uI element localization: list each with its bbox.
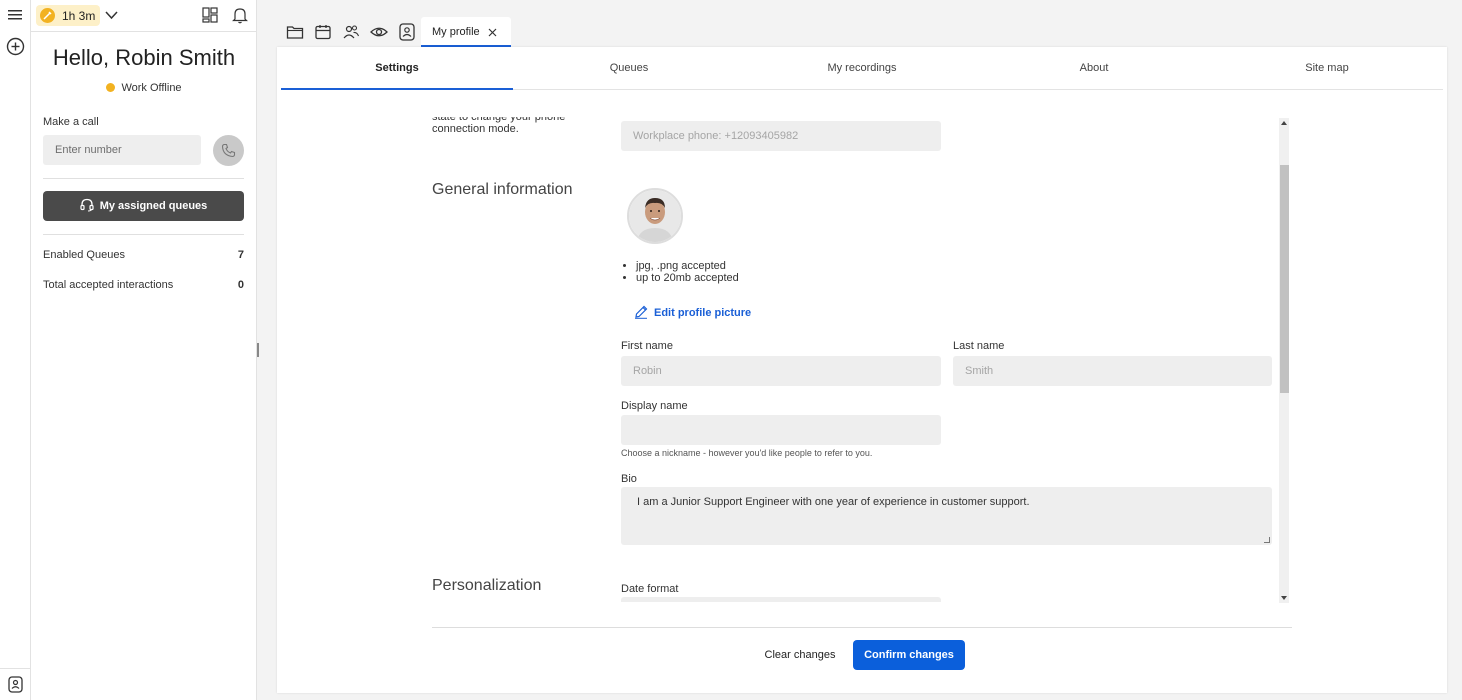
agent-panel: 1h 3m Hello, Robin Smith Work Offline Ma… — [31, 0, 257, 700]
bell-icon[interactable] — [232, 6, 248, 24]
list-item: up to 20mb accepted — [636, 272, 739, 284]
scroll-up-icon[interactable] — [1281, 121, 1287, 125]
last-name-field[interactable]: Smith — [953, 356, 1272, 386]
first-name-label: First name — [621, 340, 673, 352]
contact-card-icon[interactable] — [398, 23, 416, 41]
timer-text: 1h 3m — [62, 9, 96, 23]
picture-rules-list: jpg, .png accepted up to 20mb accepted — [621, 260, 739, 284]
bio-label: Bio — [621, 473, 637, 485]
tab-my-profile[interactable]: My profile — [421, 17, 511, 47]
pencil-icon — [635, 305, 648, 319]
phone-icon — [221, 143, 236, 158]
status-dot-icon — [106, 83, 116, 92]
divider — [43, 234, 244, 235]
profile-card: Settings Queues My recordings About Site… — [277, 47, 1447, 693]
make-call-label: Make a call — [43, 116, 99, 128]
display-name-label: Display name — [621, 400, 688, 412]
rail-bottom — [0, 668, 31, 700]
assigned-queues-button[interactable]: My assigned queues — [43, 191, 244, 221]
folder-icon[interactable] — [286, 23, 304, 41]
clear-changes-button[interactable]: Clear changes — [757, 640, 843, 670]
eye-icon[interactable] — [370, 23, 388, 41]
settings-scroll-area[interactable]: state to change your phone connection mo… — [277, 117, 1277, 602]
headset-icon — [80, 198, 94, 212]
edit-profile-picture-link[interactable]: Edit profile picture — [634, 305, 751, 319]
close-icon[interactable] — [488, 28, 497, 37]
first-name-field[interactable]: Robin — [621, 356, 941, 386]
panel-resize-handle[interactable] — [257, 343, 259, 357]
phone-help-text: state to change your phone connection mo… — [432, 117, 566, 135]
display-name-hint: Choose a nickname - however you'd like p… — [621, 448, 873, 458]
assigned-queues-label: My assigned queues — [99, 200, 208, 212]
resize-grip-icon[interactable] — [1264, 537, 1270, 543]
plus-circle-icon[interactable] — [6, 37, 25, 56]
status-text: Work Offline — [121, 82, 182, 94]
workplace-phone-field: Workplace phone: +12093405982 — [621, 121, 941, 151]
vertical-scrollbar[interactable] — [1279, 118, 1289, 603]
tab-about[interactable]: About — [978, 47, 1210, 90]
tab-queues[interactable]: Queues — [513, 47, 745, 90]
scrollbar-thumb[interactable] — [1280, 165, 1289, 393]
confirm-changes-button[interactable]: Confirm changes — [853, 640, 965, 670]
date-format-label: Date format — [621, 583, 679, 595]
stat-value: 0 — [237, 279, 244, 291]
tab-label: My profile — [432, 26, 480, 38]
left-rail — [0, 0, 31, 700]
avatar — [627, 188, 683, 244]
divider — [432, 627, 1292, 628]
contact-card-icon[interactable] — [8, 676, 23, 693]
people-icon[interactable] — [342, 23, 360, 41]
date-format-select[interactable] — [621, 597, 941, 602]
bio-text: I am a Junior Support Engineer with one … — [637, 496, 1030, 508]
hamburger-icon[interactable] — [7, 8, 24, 22]
stat-label: Total accepted interactions — [43, 279, 174, 291]
tab-my-recordings[interactable]: My recordings — [746, 47, 978, 90]
status-timer[interactable]: 1h 3m — [36, 5, 100, 26]
edit-profile-picture-label: Edit profile picture — [654, 307, 752, 319]
profile-tabs: Settings Queues My recordings About Site… — [281, 47, 1443, 90]
general-info-title: General information — [432, 181, 573, 198]
display-name-field[interactable] — [621, 415, 941, 445]
personalization-title: Personalization — [432, 577, 542, 594]
call-button[interactable] — [213, 135, 244, 166]
scroll-down-icon[interactable] — [1281, 596, 1287, 600]
divider — [43, 178, 244, 179]
phone-number-input[interactable] — [43, 135, 201, 165]
layout-icon[interactable] — [202, 7, 218, 23]
calendar-icon[interactable] — [314, 23, 332, 41]
stat-enabled-queues: Enabled Queues 7 — [43, 249, 244, 261]
chevron-down-icon[interactable] — [105, 10, 118, 20]
stat-accepted-interactions: Total accepted interactions 0 — [43, 279, 244, 291]
panel-topbar: 1h 3m — [31, 0, 256, 32]
agent-status[interactable]: Work Offline — [31, 82, 257, 94]
stat-value: 7 — [237, 249, 244, 261]
greeting: Hello, Robin Smith — [52, 45, 236, 70]
tab-settings[interactable]: Settings — [281, 47, 513, 90]
list-item: jpg, .png accepted — [636, 260, 739, 272]
bio-textarea[interactable]: I am a Junior Support Engineer with one … — [621, 487, 1272, 545]
status-dot-icon — [40, 8, 55, 23]
last-name-label: Last name — [953, 340, 1005, 352]
tab-site-map[interactable]: Site map — [1211, 47, 1443, 90]
stat-label: Enabled Queues — [43, 249, 125, 261]
